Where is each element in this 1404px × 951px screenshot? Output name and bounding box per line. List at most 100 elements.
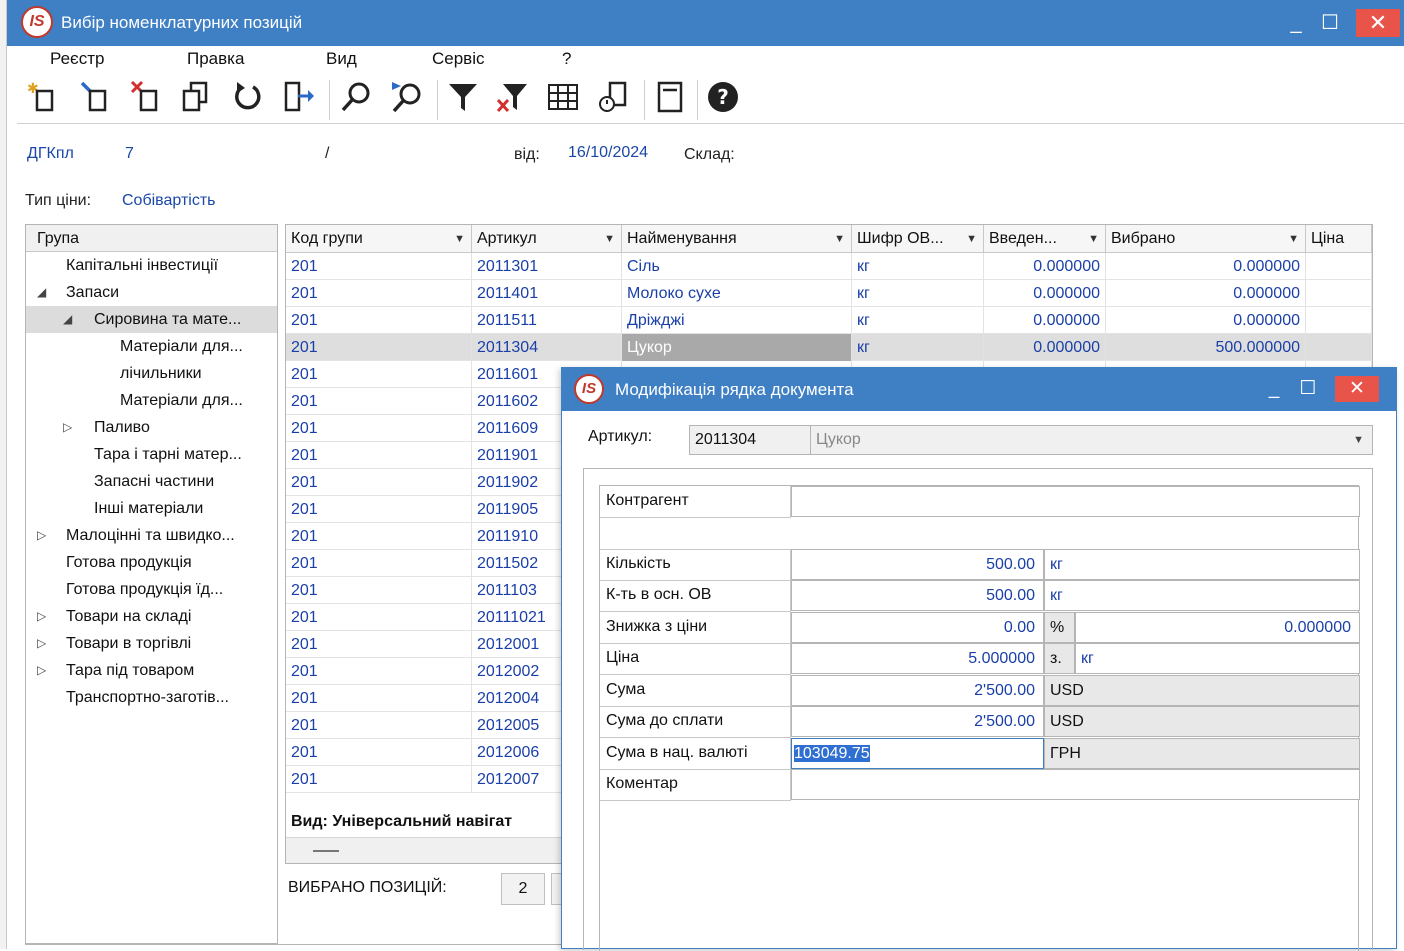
contractor-label: Контрагент — [600, 486, 791, 518]
cell-group-code: 201 — [286, 631, 472, 658]
chevron-down-icon: ▼ — [1288, 233, 1299, 245]
tree-item[interactable]: Транспортно-заготів... — [26, 684, 277, 711]
window-title: Вибір номенклатурних позицій — [61, 13, 303, 32]
tree-item[interactable]: ▷ Паливо — [26, 414, 277, 441]
sum-national-field[interactable]: 103049.75 — [791, 738, 1044, 769]
add-icon[interactable]: ✱ — [23, 80, 63, 120]
expand-arrow-icon[interactable]: ▷ — [37, 603, 46, 630]
tree-item[interactable]: Тара і тарні матер... — [26, 441, 277, 468]
tree-item[interactable]: Матеріали для... — [26, 387, 277, 414]
cell-unit: кг — [852, 253, 984, 280]
price-type-value[interactable]: Собівартість — [122, 192, 215, 210]
expand-arrow-icon[interactable]: ▷ — [37, 522, 46, 549]
minimize-button[interactable]: _ — [1281, 9, 1311, 37]
close-button[interactable]: ✕ — [1356, 9, 1400, 37]
help-icon[interactable]: ? — [703, 80, 743, 120]
chevron-down-icon: ▼ — [604, 233, 615, 245]
tree-item[interactable]: Готова продукція — [26, 549, 277, 576]
tree-item[interactable]: ▷ Тара під товаром — [26, 657, 277, 684]
cell-group-code: 201 — [286, 658, 472, 685]
clear-filter-icon[interactable] — [492, 80, 532, 120]
filter-icon[interactable] — [443, 80, 483, 120]
delete-icon[interactable] — [127, 80, 167, 120]
cell-entered: 0.000000 — [984, 334, 1106, 361]
sum-field[interactable]: 2'500.00 — [791, 675, 1044, 706]
toolbar-separator — [329, 80, 330, 120]
discount-unit[interactable]: % — [1044, 612, 1075, 643]
collapse-arrow-icon[interactable]: ◢ — [63, 306, 72, 333]
tree-item[interactable]: лічильники — [26, 360, 277, 387]
history-icon[interactable] — [594, 80, 634, 120]
expand-arrow-icon[interactable]: ▷ — [63, 414, 72, 441]
tree-item[interactable]: Інші матеріали — [26, 495, 277, 522]
tree-item[interactable]: ▷ Товари в торгівлі — [26, 630, 277, 657]
collapse-arrow-icon[interactable]: ◢ — [37, 279, 46, 306]
menu-edit[interactable]: Правка — [187, 49, 244, 69]
menu-help[interactable]: ? — [562, 49, 571, 69]
tree-item[interactable]: ◢ Сировина та мате... — [26, 306, 277, 333]
quantity-label: Кількість — [600, 549, 791, 581]
column-header-article[interactable]: Артикул ▼ — [472, 225, 622, 253]
cell-group-code: 201 — [286, 307, 472, 334]
menu-service[interactable]: Сервіс — [432, 49, 485, 69]
cell-group-code: 201 — [286, 361, 472, 388]
expand-arrow-icon[interactable]: ▷ — [37, 657, 46, 684]
article-name-select[interactable]: Цукор ▼ — [811, 425, 1373, 455]
edit-icon[interactable] — [76, 80, 116, 120]
price-field[interactable]: 5.000000 — [791, 643, 1044, 674]
comment-field[interactable] — [791, 769, 1360, 800]
export-icon[interactable] — [279, 80, 319, 120]
tree-item[interactable]: Запасні частини — [26, 468, 277, 495]
cell-price — [1306, 334, 1372, 361]
qty-base-unit[interactable]: кг — [1044, 580, 1360, 611]
column-header-entered[interactable]: Введен... ▼ — [984, 225, 1106, 253]
cell-group-code: 201 — [286, 712, 472, 739]
sum-pay-field[interactable]: 2'500.00 — [791, 706, 1044, 737]
tree-item[interactable]: ▷ Товари на складі — [26, 603, 277, 630]
table-row[interactable]: 201 2011304 Цукор кг 0.000000 500.000000 — [286, 334, 1372, 361]
refresh-icon[interactable] — [228, 80, 268, 120]
dialog-minimize-button[interactable]: _ — [1260, 376, 1288, 402]
dialog-maximize-button[interactable]: ☐ — [1294, 376, 1322, 402]
price-unit[interactable]: кг — [1075, 643, 1360, 674]
qty-base-field[interactable]: 500.00 — [791, 580, 1044, 611]
bottom-border — [25, 944, 565, 945]
quantity-field[interactable]: 500.00 — [791, 549, 1044, 580]
search-next-icon[interactable] — [387, 80, 427, 120]
tree-item-label: лічильники — [120, 365, 202, 382]
cell-group-code: 201 — [286, 415, 472, 442]
contractor-field[interactable] — [791, 486, 1360, 517]
tree-item[interactable]: Готова продукція їд... — [26, 576, 277, 603]
cell-name: Сіль — [622, 253, 852, 280]
table-row[interactable]: 201 2011511 Дріжджі кг 0.000000 0.000000 — [286, 307, 1372, 334]
menu-view[interactable]: Вид — [326, 49, 357, 69]
column-header-price[interactable]: Ціна — [1306, 225, 1372, 253]
tree-item[interactable]: Матеріали для... — [26, 333, 277, 360]
footer-dash — [313, 850, 339, 852]
menu-registry[interactable]: Реєстр — [50, 49, 104, 69]
column-header-chosen[interactable]: Вибрано ▼ — [1106, 225, 1306, 253]
sum-national-value: 103049.75 — [794, 745, 870, 762]
column-header-unit[interactable]: Шифр ОВ... ▼ — [852, 225, 984, 253]
cell-group-code: 201 — [286, 523, 472, 550]
cell-unit: кг — [852, 307, 984, 334]
search-icon[interactable] — [337, 80, 377, 120]
column-header-name[interactable]: Найменування ▼ — [622, 225, 852, 253]
form-icon[interactable] — [650, 80, 690, 120]
sum-national-label: Сума в нац. валюті — [600, 738, 791, 770]
dialog-close-button[interactable]: ✕ — [1335, 376, 1379, 402]
table-row[interactable]: 201 2011301 Сіль кг 0.000000 0.000000 — [286, 253, 1372, 280]
quantity-unit[interactable]: кг — [1044, 549, 1360, 580]
tree-item[interactable]: ◢ Запаси — [26, 279, 277, 306]
tree-item[interactable]: ▷ Малоцінні та швидко... — [26, 522, 277, 549]
column-header-group-code[interactable]: Код групи ▼ — [286, 225, 472, 253]
table-view-icon[interactable] — [543, 80, 583, 120]
discount-field[interactable]: 0.00 — [791, 612, 1044, 643]
table-row[interactable]: 201 2011401 Молоко сухе кг 0.000000 0.000000 — [286, 280, 1372, 307]
copy-icon[interactable] — [177, 80, 217, 120]
maximize-button[interactable]: ☐ — [1315, 9, 1345, 37]
expand-arrow-icon[interactable]: ▷ — [37, 630, 46, 657]
discount-amount-field[interactable]: 0.000000 — [1075, 612, 1360, 643]
tree-item[interactable]: Капітальні інвестиції — [26, 252, 277, 279]
cell-group-code: 201 — [286, 739, 472, 766]
